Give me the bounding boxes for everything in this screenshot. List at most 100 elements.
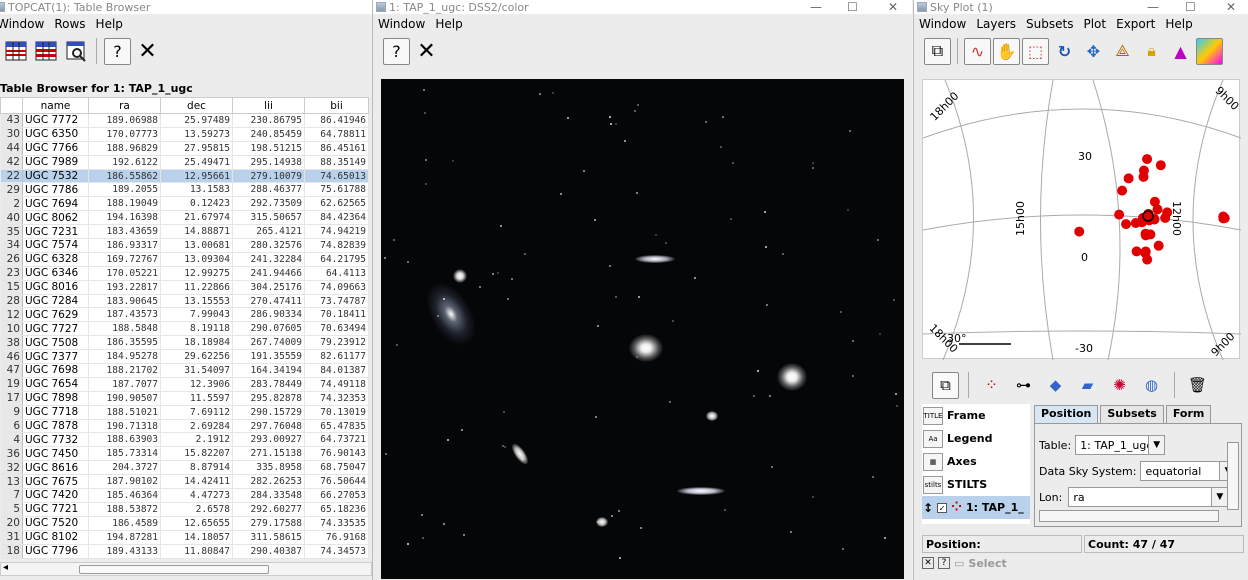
menu-help[interactable]: Help [430,17,467,31]
add-fill-layer-icon[interactable]: ▰ [1074,372,1101,399]
maximize-icon[interactable]: ☐ [847,0,858,14]
menu-layers[interactable]: Layers [971,17,1021,31]
layer-item-axes[interactable]: ▦ Axes [922,450,1030,473]
col-header-index[interactable] [0,97,23,114]
table-row[interactable]: 35 UGC 7231 183.43659 14.88871 265.4121 74.94… [0,224,369,240]
maximize-icon[interactable]: ☐ [1185,0,1196,14]
sky-system-select[interactable]: equatorial▼ [1140,461,1237,481]
table-row[interactable]: 26 UGC 6328 169.72767 13.09304 241.32284 64.2… [0,252,369,267]
box-select-icon[interactable]: ⬚ [1022,37,1049,65]
add-position-layer-icon[interactable]: ⁘ [978,372,1005,399]
panel-hscrollbar[interactable] [1039,510,1219,522]
layer-item-tap[interactable]: ↕ ✓ ⁘ 1: TAP_1_ [922,496,1030,519]
table-row[interactable]: 38 UGC 7508 186.35595 18.18984 267.74009 79.2… [0,335,369,351]
close-icon[interactable]: ✕ [134,38,161,65]
table-icon[interactable] [2,38,29,65]
tab-subsets[interactable]: Subsets [1100,405,1164,423]
menu-help[interactable]: Help [1160,17,1197,31]
blob-select-icon[interactable]: ✋ [993,37,1020,65]
data-table[interactable]: name ra dec lii bii 43 UGC 7772 189.06988 2… [0,97,369,559]
table-row[interactable]: 43 UGC 7772 189.06988 25.97489 230.86795 86.4… [0,113,369,128]
menu-help[interactable]: Help [91,17,128,31]
col-header-lii[interactable]: lii [232,97,305,114]
measure-icon[interactable]: ⟁ [1109,38,1136,65]
menu-subsets[interactable]: Subsets [1021,17,1078,31]
window-close-icon[interactable]: ✕ [1226,0,1236,14]
clear-selection-icon[interactable]: ✕ [922,557,934,569]
selection-help-icon[interactable]: ? [938,557,950,569]
delete-layer-icon[interactable]: 🗑︎ [1184,372,1211,399]
float-controls-icon[interactable]: ⧉ [932,371,959,399]
horizontal-scrollbar[interactable]: ◂ [0,562,372,576]
minimize-icon[interactable]: — [1147,0,1159,14]
layer-item-frame[interactable]: TITLE Frame [922,404,1030,427]
density-map-icon[interactable] [1196,37,1223,65]
table-browser-titlebar[interactable]: TOPCAT(1): Table Browser [0,0,372,14]
table-row[interactable]: 20 UGC 7520 186.4589 12.65655 279.17588 74.33… [0,516,369,531]
table-row[interactable]: 19 UGC 7654 187.7077 12.3906 283.78449 74.491… [0,377,369,392]
layer-item-stilts[interactable]: stilts STILTS [922,473,1030,496]
tab-position[interactable]: Position [1034,405,1099,423]
col-header-dec[interactable]: dec [160,97,233,114]
table-row[interactable]: 2 UGC 7694 188.19049 0.12423 292.73509 62.625… [0,196,369,212]
sky-plot-titlebar[interactable]: Sky Plot (1) — ☐ ✕ [914,0,1248,14]
table-row[interactable]: 4 UGC 7732 188.63903 2.1912 293.00927 64.7372… [0,432,369,448]
colour-ramp-icon[interactable]: ▲ [1167,38,1194,65]
table-select[interactable]: 1: TAP_1_ugc ▼ [1075,435,1166,455]
table-row[interactable]: 12 UGC 7629 187.43573 7.99043 286.90334 70.18… [0,307,369,323]
layer-item-legend[interactable]: Aa Legend [922,427,1030,450]
add-pair-layer-icon[interactable]: ⊶ [1010,372,1037,399]
add-hips-layer-icon[interactable]: ✺ [1106,372,1133,399]
table-row[interactable]: 46 UGC 7377 184.95278 29.62256 191.35559 82.6… [0,349,369,365]
drag-handle-icon[interactable]: ↕ [923,501,933,515]
table-row[interactable]: 44 UGC 7766 188.96829 27.95815 198.51215 86.4… [0,141,369,156]
navigate-icon[interactable]: ✥ [1080,38,1107,65]
table-row[interactable]: 15 UGC 8016 193.22817 11.22866 304.25176 74.0… [0,280,369,295]
table-row[interactable]: 5 UGC 7721 188.53872 2.6578 292.60277 65.1823… [0,502,369,517]
close-icon[interactable]: ✕ [413,38,440,65]
table-row[interactable]: 32 UGC 8616 204.3727 8.87914 335.8958 68.7504… [0,460,369,476]
table-row[interactable]: 42 UGC 7989 192.6122 25.49471 295.14938 88.35… [0,155,369,170]
table-row[interactable]: 9 UGC 7718 188.51021 7.69112 290.15729 70.130… [0,405,369,420]
table-row[interactable]: 31 UGC 8102 194.87281 14.18057 311.58615 76.9… [0,530,369,545]
table-row[interactable]: 23 UGC 6346 170.05221 12.99275 241.94466 64.4… [0,266,369,281]
table-row[interactable]: 36 UGC 7450 185.73314 15.82207 271.15138 76.9… [0,446,369,462]
scrollbar-thumb[interactable] [79,565,269,574]
highlight-rows-icon[interactable] [32,38,59,65]
help-icon[interactable]: ? [383,37,410,65]
table-row[interactable]: 28 UGC 7284 183.90645 13.15553 270.47411 73.7… [0,294,369,309]
layer-checkbox[interactable]: ✓ [937,502,948,513]
scroll-left-arrow-icon[interactable]: ◂ [3,562,8,573]
table-row[interactable]: 10 UGC 7727 188.5848 8.19118 290.07605 70.634… [0,321,369,337]
panel-vscrollbar[interactable] [1227,442,1239,510]
menu-window[interactable]: Window [914,17,971,31]
table-row[interactable]: 6 UGC 7878 190.71318 2.69284 297.76048 65.478… [0,419,369,434]
lock-icon[interactable]: 🔒︎ [1138,38,1165,65]
search-column-icon[interactable] [62,38,89,65]
table-row[interactable]: 18 UGC 7796 189.43133 11.80847 290.40387 74.3… [0,544,369,559]
tab-form[interactable]: Form [1165,405,1212,423]
image-viewer-titlebar[interactable]: 1: TAP_1_ugc: DSS2/color — ☐ ✕ [373,0,912,14]
window-control-icon[interactable]: ⧉ [924,37,951,65]
lon-select[interactable]: ra ▼ [1068,487,1229,507]
table-row[interactable]: 47 UGC 7698 188.21702 31.54097 164.34194 84.0… [0,363,369,378]
table-row[interactable]: 13 UGC 7675 187.90102 14.42411 282.26253 76.5… [0,474,369,490]
help-icon[interactable]: ? [104,37,131,65]
menu-export[interactable]: Export [1111,17,1160,31]
table-row[interactable]: 34 UGC 7574 186.93317 13.00681 280.32576 74.8… [0,238,369,253]
table-row[interactable]: 29 UGC 7786 189.2055 13.1583 288.46377 75.617… [0,182,369,198]
menu-plot[interactable]: Plot [1078,17,1111,31]
minimize-icon[interactable]: — [810,0,822,14]
col-header-name[interactable]: name [22,97,89,114]
col-header-ra[interactable]: ra [88,97,161,114]
sky-image[interactable] [381,79,904,579]
table-row[interactable]: 22 UGC 7532 186.55862 12.95661 279.10079 74.6… [0,169,369,184]
add-area-layer-icon[interactable]: ◆ [1042,372,1069,399]
table-row[interactable]: 17 UGC 7898 190.90507 11.5597 295.82878 74.32… [0,391,369,406]
table-row[interactable]: 7 UGC 7420 185.46364 4.47273 284.33548 66.270… [0,488,369,503]
sky-plot-area[interactable]: 18h00 9h00 30 15h00 12h00 0 18h00 30° -3… [922,79,1241,361]
window-close-icon[interactable]: ✕ [888,0,898,14]
table-row[interactable]: 40 UGC 8062 194.16398 21.67974 315.50657 84.4… [0,210,369,226]
menu-window[interactable]: Window [0,17,49,31]
reset-view-icon[interactable]: ∿ [964,37,991,65]
